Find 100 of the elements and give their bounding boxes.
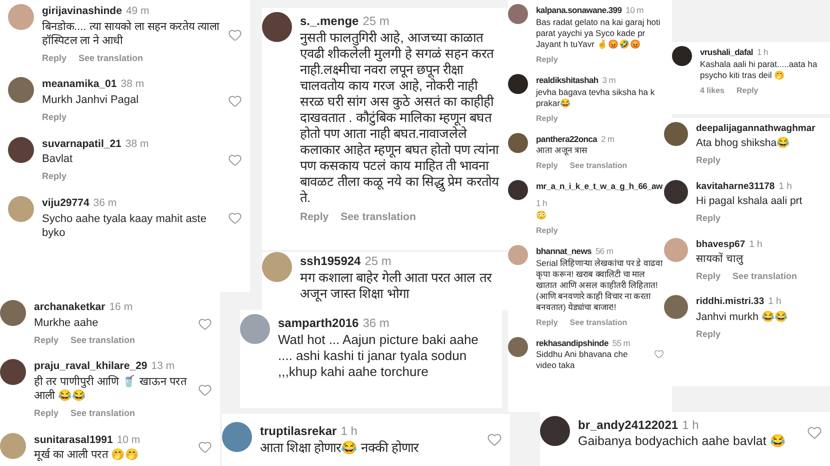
comment-action-link[interactable]: Reply bbox=[300, 210, 329, 226]
comment-action-link[interactable]: Reply bbox=[42, 170, 67, 184]
comment-action-link[interactable]: 4 likes bbox=[700, 84, 724, 97]
comment-action-link[interactable]: See translation bbox=[570, 316, 628, 328]
username[interactable]: sunitarasal1991 bbox=[34, 432, 113, 448]
username[interactable]: kavitaharne31178 bbox=[696, 180, 775, 194]
comment-text: Serial लिहिणाऱ्या लेखकांचा पर डे वाढवा कृपा करून! खराब क्वालिटी चा माल खातात आणि असल काहीतरी लिहितात! (आणि बनवणारे काही विचार ना करता बनवतात) येड्यांचा बाजार!! bbox=[536, 258, 664, 312]
comment-time: 13 m bbox=[151, 359, 175, 374]
avatar bbox=[672, 46, 692, 66]
username[interactable]: girijavinashinde bbox=[42, 4, 122, 20]
comment-time: 25 m bbox=[364, 253, 392, 270]
comment-action-link[interactable]: See translation bbox=[340, 210, 416, 226]
comment-time: 49 m bbox=[126, 4, 150, 19]
comment-time: 2 m bbox=[601, 132, 614, 146]
avatar bbox=[0, 300, 26, 326]
comment-action-link[interactable]: Reply bbox=[696, 212, 721, 226]
comment-action-link[interactable]: Reply bbox=[42, 52, 67, 66]
username[interactable]: realdikshitashah bbox=[536, 74, 598, 86]
comment-action-link[interactable]: See translation bbox=[78, 52, 144, 66]
avatar bbox=[540, 416, 570, 446]
avatar bbox=[508, 336, 528, 356]
username[interactable]: panthera22onca bbox=[536, 132, 597, 146]
username[interactable]: s._.menge bbox=[300, 12, 359, 30]
comment-action-link[interactable]: Reply bbox=[536, 112, 558, 124]
username[interactable]: truptilasrekar bbox=[260, 422, 337, 440]
comment-time: 1 h bbox=[536, 197, 547, 210]
like-icon[interactable] bbox=[198, 382, 212, 397]
comment-time: 1 h bbox=[768, 295, 782, 310]
comment-action-link[interactable]: See translation bbox=[70, 407, 136, 420]
avatar bbox=[8, 77, 34, 104]
comment-action-link[interactable]: See translation bbox=[70, 334, 136, 348]
comment-time: 16 m bbox=[109, 300, 133, 315]
like-icon[interactable] bbox=[807, 425, 822, 440]
comment-action-link[interactable]: See translation bbox=[732, 270, 798, 284]
comment-text: Bavlat bbox=[42, 152, 74, 166]
comment-text: Murkh Janhvi Pagal bbox=[42, 93, 140, 107]
comment-time: 10 m bbox=[626, 4, 644, 17]
comment-action-link[interactable]: Reply bbox=[696, 328, 721, 341]
comment-action-link[interactable]: Reply bbox=[736, 84, 758, 97]
comment-action-link[interactable]: Reply bbox=[42, 111, 67, 124]
comment-text: Siddhu Ani bhavana che video taka bbox=[536, 349, 629, 372]
like-icon[interactable] bbox=[228, 28, 242, 42]
like-icon[interactable] bbox=[228, 210, 242, 225]
comment-text: आता शिक्षा होणार😂 नक्की होणार bbox=[260, 440, 420, 456]
comment-action-link[interactable]: Reply bbox=[536, 54, 558, 66]
comment-time: 10 m bbox=[116, 432, 140, 448]
avatar bbox=[262, 252, 292, 282]
comment-text: मग कशाला बाहेर गेली आता परत आल तर अजून जास्त शिक्षा भोगा bbox=[300, 270, 493, 302]
comment-action-link[interactable]: Reply bbox=[536, 160, 558, 172]
avatar bbox=[8, 136, 34, 162]
comment-action-link[interactable]: Reply bbox=[536, 316, 558, 328]
username[interactable]: meanamika_01 bbox=[42, 77, 117, 93]
like-icon[interactable] bbox=[487, 432, 502, 446]
like-icon[interactable] bbox=[228, 94, 242, 108]
username[interactable]: praju_raval_khilare_29 bbox=[34, 359, 148, 375]
comment-text: Bas radat gelato na kai garaj hoti parat yaychi ya Syco kade pr Jayant h tuYavr 🤞😡🤣😡 bbox=[536, 16, 662, 50]
like-icon[interactable] bbox=[198, 316, 212, 331]
comment-time: 1 h bbox=[749, 238, 762, 252]
comment-action-link[interactable]: Reply bbox=[34, 407, 59, 420]
like-icon[interactable] bbox=[198, 440, 212, 454]
comment-time: 1 h bbox=[340, 423, 358, 440]
avatar bbox=[222, 422, 252, 452]
username[interactable]: suvarnapatil_21 bbox=[42, 136, 122, 152]
avatar bbox=[0, 359, 26, 386]
username[interactable]: archanaketkar bbox=[34, 300, 106, 316]
username[interactable]: riddhi.mistri.33 bbox=[696, 295, 764, 310]
comment-text: Sycho aahe tyala kaay mahit aste byko bbox=[42, 212, 208, 240]
username[interactable]: rekhasandipshinde bbox=[536, 336, 608, 350]
avatar bbox=[508, 132, 528, 152]
username[interactable]: viju29774 bbox=[42, 196, 90, 212]
avatar bbox=[664, 122, 688, 146]
like-icon[interactable] bbox=[228, 153, 242, 168]
comment-text: jevha bagava tevha siksha ha k prakar😂 bbox=[536, 86, 656, 108]
comment-action-link[interactable]: Reply bbox=[34, 334, 59, 348]
username[interactable]: samparth2016 bbox=[278, 314, 359, 332]
comment-text: Gaibanya bodyachich aahe bavlat 😂 bbox=[578, 434, 787, 449]
comment-action-link[interactable]: See translation bbox=[570, 160, 628, 172]
username[interactable]: vrushali_dafal bbox=[700, 46, 753, 59]
comment-text: ही तर पाणीपुरी आणि 🥤 खाऊन परत आली 😂😂 bbox=[34, 375, 188, 403]
comment-time: 36 m bbox=[362, 315, 390, 332]
comment-text: Watl hot ... Aajun picture baki aahe .... ashi kashi ti janar tyala sodun ,,,khup kahi aahe torchure bbox=[278, 332, 480, 380]
username[interactable]: br_andy24122021 bbox=[578, 416, 678, 434]
avatar bbox=[664, 238, 688, 262]
comment-time: 1 h bbox=[756, 46, 768, 59]
comment-action-link[interactable]: Reply bbox=[696, 154, 721, 168]
comment-text: आता अजून त्रास bbox=[536, 145, 589, 156]
username[interactable]: deepalijagannathwaghmar bbox=[696, 122, 816, 136]
comment-time: 38 m bbox=[120, 77, 144, 92]
username[interactable]: bhavesp67 bbox=[696, 238, 746, 252]
like-icon[interactable] bbox=[654, 348, 664, 359]
comment-action-link[interactable]: Reply bbox=[696, 270, 721, 284]
username[interactable]: bhannat_news bbox=[536, 244, 592, 258]
username[interactable]: kalpana.sonawane.399 bbox=[536, 4, 622, 17]
comment-text: Murkhe aahe bbox=[34, 316, 100, 330]
avatar bbox=[240, 314, 270, 344]
avatar bbox=[508, 244, 528, 265]
comment-action-link[interactable]: Reply bbox=[536, 224, 558, 237]
username[interactable]: ssh195924 bbox=[300, 252, 361, 270]
avatar bbox=[508, 180, 528, 200]
username[interactable]: mr_a_n_i_k_e_t_w_a_g_h_66_aw bbox=[536, 180, 662, 193]
